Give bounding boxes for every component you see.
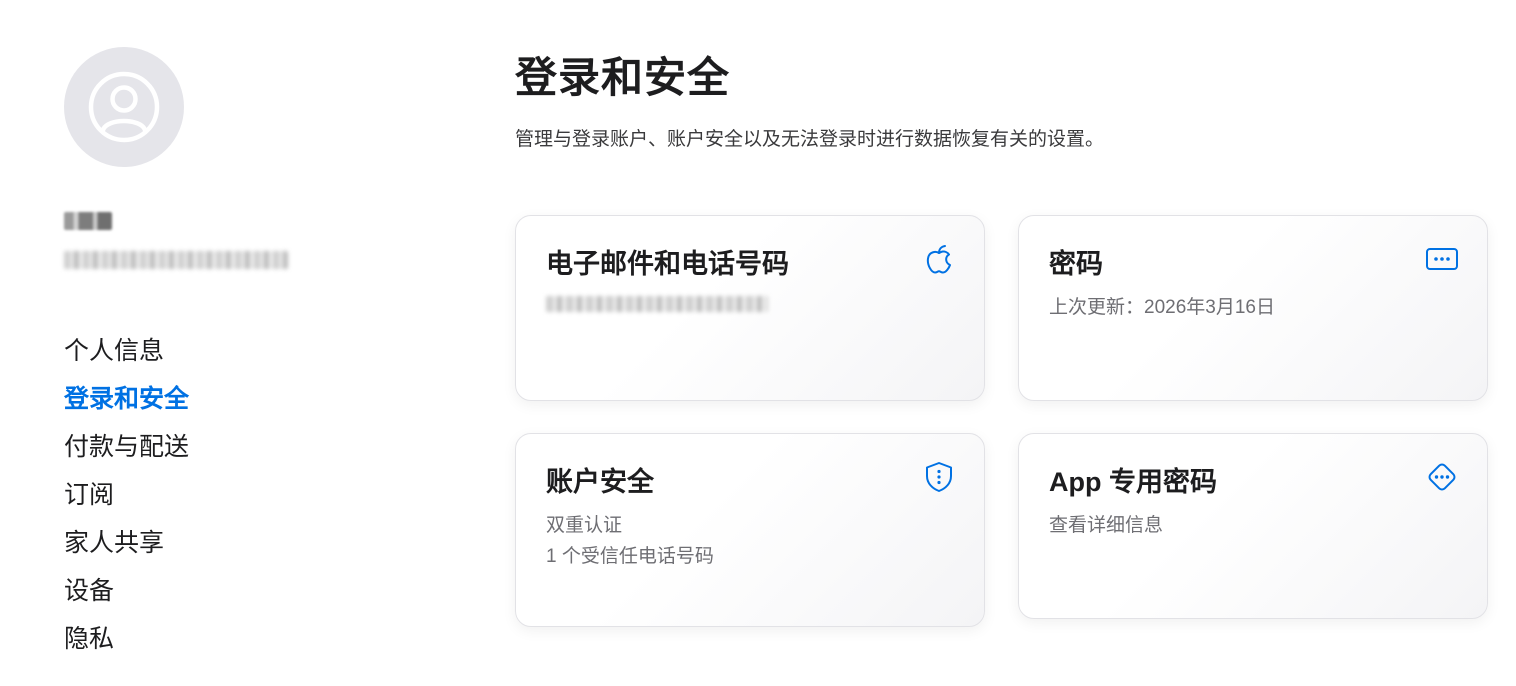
password-dots-icon (1425, 242, 1459, 276)
user-name-redacted (64, 212, 112, 230)
password-card[interactable]: 密码 上次更新：2026年3月16日 (1018, 215, 1488, 401)
sidebar-item-payment-shipping[interactable]: 付款与配送 (64, 428, 189, 476)
sidebar-item-personal-info[interactable]: 个人信息 (64, 332, 189, 380)
sidebar-item-subscriptions[interactable]: 订阅 (64, 476, 189, 524)
shield-icon (922, 460, 956, 494)
password-last-updated: 上次更新：2026年3月16日 (1049, 297, 1275, 318)
card-title: 电子邮件和电话号码 (546, 249, 789, 279)
trusted-phone-count: 1 个受信任电话号码 (546, 546, 714, 567)
two-factor-status: 双重认证 (546, 515, 623, 536)
card-title: 账户安全 (546, 467, 654, 497)
card-title: 密码 (1049, 249, 1103, 279)
page: 个人信息 登录和安全 付款与配送 订阅 家人共享 设备 隐私 登录和安全 管理与… (0, 0, 1516, 686)
sidebar-item-devices[interactable]: 设备 (64, 572, 189, 620)
sidebar-item-privacy[interactable]: 隐私 (64, 620, 189, 668)
card-title: App 专用密码 (1049, 467, 1217, 497)
user-icon (88, 71, 160, 143)
apple-icon (922, 242, 956, 276)
email-redacted (546, 296, 768, 312)
page-description: 管理与登录账户、账户安全以及无法登录时进行数据恢复有关的设置。 (515, 129, 1105, 150)
avatar[interactable] (64, 47, 184, 167)
account-security-card[interactable]: 账户安全 双重认证 1 个受信任电话号码 (515, 433, 985, 627)
app-passwords-card[interactable]: App 专用密码 查看详细信息 (1018, 433, 1488, 619)
diamond-dots-icon (1425, 460, 1459, 494)
sidebar-item-sign-in-security[interactable]: 登录和安全 (64, 380, 189, 428)
sidebar-nav: 个人信息 登录和安全 付款与配送 订阅 家人共享 设备 隐私 (64, 332, 189, 668)
user-email-redacted (64, 251, 288, 269)
page-title: 登录和安全 (515, 54, 731, 101)
sidebar-item-family-sharing[interactable]: 家人共享 (64, 524, 189, 572)
email-phone-card[interactable]: 电子邮件和电话号码 (515, 215, 985, 401)
view-details-link: 查看详细信息 (1049, 515, 1164, 536)
